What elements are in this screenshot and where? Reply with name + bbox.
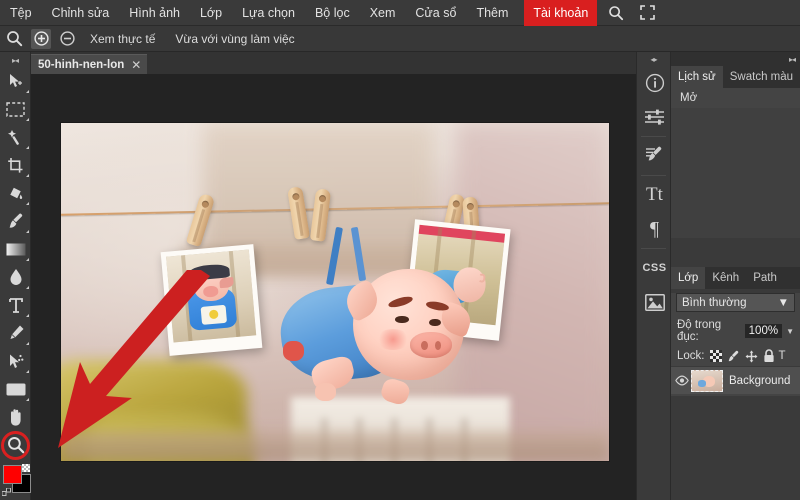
menu-item-image[interactable]: Hình ảnh [120, 1, 189, 25]
canvas-area[interactable]: ▬▬ ▬ ▬▬ [31, 74, 636, 500]
opacity-row: Độ trong đục: 100% ▼ [671, 316, 800, 346]
blurred-tabletop [61, 430, 609, 461]
blend-mode-select[interactable]: Bình thường ▼ [676, 293, 795, 312]
tool-options-bar: Xem thực tế Vừa với vùng làm việc [0, 26, 800, 52]
lock-label: Lock: [677, 350, 705, 362]
history-panel-body: Mở [671, 88, 800, 238]
actual-size-button[interactable]: Xem thực tế [80, 32, 165, 46]
history-empty-area [671, 108, 800, 238]
reset-colors-icon[interactable] [2, 488, 11, 497]
lock-transparency-icon[interactable] [709, 350, 722, 362]
polaroid-photo-left [160, 244, 263, 356]
pen-tool[interactable] [0, 319, 31, 347]
panel-collapse-button[interactable]: ▸◂ [671, 52, 800, 66]
menu-item-filter[interactable]: Bộ lọc [306, 1, 359, 25]
pig-character [276, 227, 476, 407]
layer-row-background[interactable]: Background [671, 366, 800, 394]
opacity-label: Độ trong đục: [677, 319, 722, 343]
color-swatches[interactable] [0, 462, 31, 500]
right-icon-rail: ◂▸ Tt ¶ CSS [636, 52, 671, 500]
layer-thumbnail [691, 369, 723, 392]
adjustments-icon[interactable] [637, 100, 672, 134]
menu-item-edit[interactable]: Chỉnh sửa [43, 1, 119, 25]
document-tab-label: 50-hinh-nen-lon [38, 58, 125, 71]
type-tool[interactable] [0, 291, 31, 319]
toolbar-collapse-button[interactable]: ▸◂ [0, 54, 30, 67]
lock-fill-label: T [778, 350, 786, 362]
lock-image-icon[interactable] [727, 350, 740, 363]
zoom-in-button[interactable] [31, 28, 51, 49]
menu-item-file[interactable]: Tệp [1, 1, 41, 25]
chevron-down-icon: ▼ [777, 296, 789, 309]
lock-position-icon[interactable] [745, 350, 758, 363]
magnifier-icon [0, 26, 28, 52]
tab-layers[interactable]: Lớp [671, 267, 706, 289]
tool-presets-icon[interactable] [637, 139, 672, 173]
blur-tool[interactable] [0, 263, 31, 291]
gradient-tool[interactable] [0, 235, 31, 263]
fit-screen-button[interactable]: Vừa với vùng làm việc [165, 32, 304, 46]
crop-tool[interactable] [0, 151, 31, 179]
image-artboard[interactable]: ▬▬ ▬ ▬▬ [61, 123, 609, 461]
paragraph-icon[interactable]: ¶ [637, 212, 672, 246]
photo-editor-window: Tệp Chỉnh sửa Hình ảnh Lớp Lựa chọn Bộ l… [0, 0, 800, 500]
magic-wand-tool[interactable] [0, 123, 31, 151]
lock-all-icon[interactable] [763, 349, 775, 363]
info-icon[interactable] [637, 66, 672, 100]
menu-item-window[interactable]: Cửa sổ [406, 1, 465, 25]
opacity-input[interactable]: 100% [744, 324, 783, 338]
search-icon[interactable] [603, 0, 629, 26]
layer-name: Background [729, 374, 791, 387]
tab-paths[interactable]: Path [746, 267, 784, 289]
blend-mode-value: Bình thường [682, 296, 747, 309]
menu-item-account[interactable]: Tài khoản [524, 0, 598, 26]
document-tab[interactable]: 50-hinh-nen-lon ✕ [30, 54, 148, 74]
paint-bucket-tool[interactable] [0, 179, 31, 207]
rail-collapse-button[interactable]: ◂▸ [637, 52, 670, 66]
tab-history[interactable]: Lịch sử [671, 66, 723, 88]
rectangular-marquee-tool[interactable] [0, 95, 31, 123]
path-select-tool[interactable] [0, 347, 31, 375]
menu-item-layer[interactable]: Lớp [191, 1, 231, 25]
layers-panel: Lớp Kênh Path Bình thường ▼ Độ trong đục… [671, 267, 800, 500]
zoom-out-button[interactable] [57, 29, 77, 49]
zoom-tool[interactable] [0, 430, 31, 460]
move-tool[interactable] [0, 67, 31, 95]
lock-row: Lock: T [671, 346, 800, 366]
foreground-color-swatch[interactable] [3, 465, 22, 484]
menu-item-select[interactable]: Lựa chọn [233, 1, 304, 25]
tools-panel: ▸◂ [0, 52, 31, 500]
shape-tool[interactable] [0, 375, 31, 403]
image-icon[interactable] [637, 285, 672, 319]
character-icon[interactable]: Tt [637, 178, 672, 212]
menu-item-more[interactable]: Thêm [467, 1, 517, 25]
tab-channels[interactable]: Kênh [705, 267, 747, 289]
close-icon[interactable]: ✕ [131, 59, 141, 71]
hand-tool[interactable] [0, 403, 31, 431]
menu-item-view[interactable]: Xem [361, 1, 405, 25]
history-panel-tabs: Lịch sử Swatch màu [671, 66, 800, 88]
swatch-checker-icon [22, 464, 30, 472]
css-icon[interactable]: CSS [637, 251, 672, 285]
eye-icon[interactable] [675, 375, 689, 386]
menu-bar: Tệp Chỉnh sửa Hình ảnh Lớp Lựa chọn Bộ l… [0, 0, 800, 26]
history-entry[interactable]: Mở [671, 88, 800, 108]
layers-panel-tabs: Lớp Kênh Path [671, 267, 800, 289]
tab-swatches[interactable]: Swatch màu [722, 66, 800, 88]
right-panel-group: ▸◂ Lịch sử Swatch màu Mở Lớp Kênh Path B… [671, 52, 800, 500]
brush-tool[interactable] [0, 207, 31, 235]
opacity-chevron-down-icon[interactable]: ▼ [786, 327, 794, 336]
fullscreen-icon[interactable] [634, 0, 660, 26]
